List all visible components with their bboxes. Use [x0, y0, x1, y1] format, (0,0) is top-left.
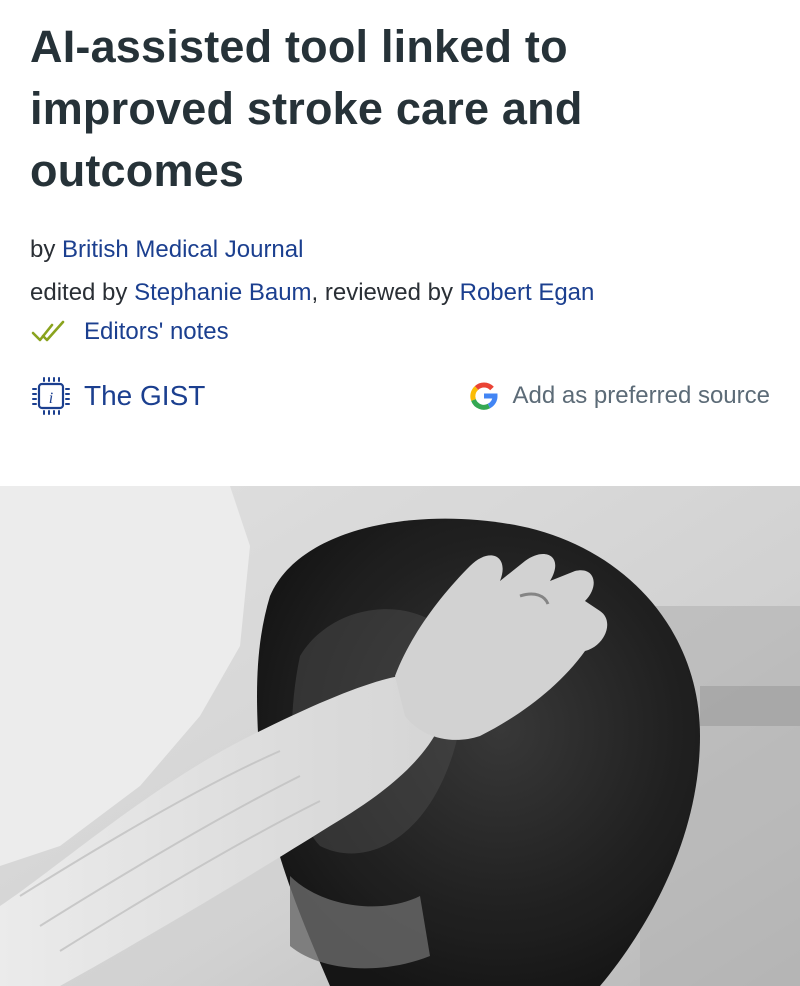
article-header: AI-assisted tool linked to improved stro… — [0, 0, 800, 314]
gist-label: The GIST — [84, 380, 206, 411]
editors-notes-label: Editors' notes — [84, 318, 229, 345]
double-check-icon — [30, 319, 70, 345]
hero-image — [0, 486, 800, 986]
byline-prefix: by — [30, 236, 56, 263]
preferred-source-button[interactable]: Add as preferred source — [467, 374, 770, 418]
preferred-source-label: Add as preferred source — [512, 382, 770, 409]
google-g-icon — [467, 379, 501, 413]
gist-button[interactable]: i The GIST — [30, 373, 205, 419]
info-chip-icon: i — [30, 375, 72, 417]
reviewer-link[interactable]: Robert Egan — [460, 279, 595, 306]
svg-text:i: i — [49, 390, 53, 407]
publisher-link[interactable]: British Medical Journal — [62, 236, 303, 263]
reviewed-prefix: , reviewed by — [311, 279, 453, 306]
editor-link[interactable]: Stephanie Baum — [134, 279, 311, 306]
article-meta: by British Medical Journal edited by Ste… — [30, 228, 770, 314]
edited-prefix: edited by — [30, 279, 128, 306]
editors-notes-button[interactable]: Editors' notes — [30, 312, 229, 352]
edit-line: edited by Stephanie Baum, reviewed by Ro… — [30, 271, 770, 314]
article-title: AI-assisted tool linked to improved stro… — [30, 21, 583, 196]
byline: by British Medical Journal — [30, 228, 770, 271]
